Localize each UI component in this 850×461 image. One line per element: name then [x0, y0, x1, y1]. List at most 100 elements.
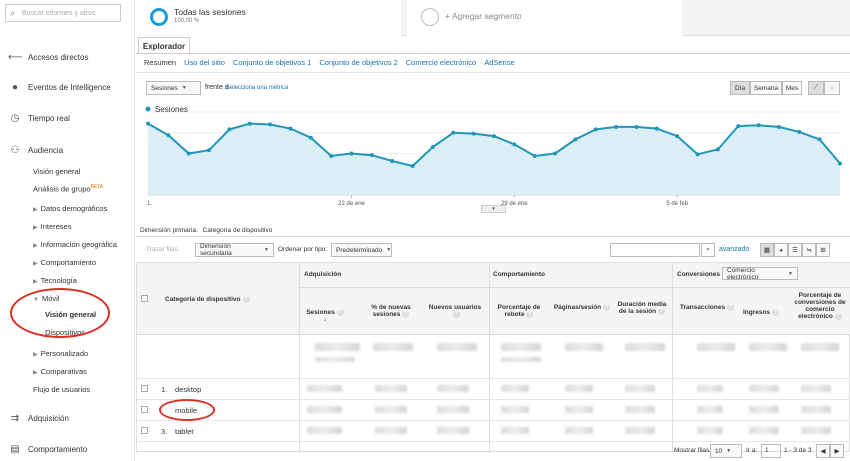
line-chart-icon[interactable]: ⟋ [808, 81, 824, 95]
motion-chart-icon[interactable]: ⁘ [824, 81, 840, 95]
chart-point[interactable] [146, 121, 150, 126]
chart-point[interactable] [166, 133, 171, 138]
col-new-sessions-pct[interactable]: % de nuevas sesiones? [365, 304, 417, 318]
segment-all-sessions[interactable]: Todas las sesiones 100,00 % [136, 0, 401, 36]
row-checkbox[interactable] [141, 427, 148, 434]
chart-point[interactable] [410, 163, 415, 168]
chart-point[interactable] [512, 142, 517, 147]
chart-point[interactable] [614, 124, 619, 129]
chart-point[interactable] [695, 152, 700, 157]
col-pages-session[interactable]: Páginas/sesión? [552, 304, 612, 311]
col-dimension-header[interactable]: Categoría de dispositivo? [165, 296, 250, 303]
chart-point[interactable] [349, 151, 354, 156]
sidebar-sub-geo[interactable]: ▶ Información geográfica [33, 240, 117, 249]
sidebar-sub-benchmark[interactable]: ▶ Comparativas [33, 367, 87, 376]
sidebar-sub-overview[interactable]: Visión general [33, 167, 80, 176]
add-segment-button[interactable]: + Agregar segmento [407, 0, 682, 36]
chart-point[interactable] [329, 153, 334, 158]
secondary-dimension-dropdown[interactable]: Dimensión secundaria ▼ [195, 243, 274, 257]
rows-per-page-dropdown[interactable]: 10 ▼ [710, 444, 742, 458]
sidebar-sub-userflow[interactable]: Flujo de usuarios [33, 385, 90, 394]
search-icon[interactable]: ⌕ [701, 243, 715, 257]
chart-point[interactable] [675, 134, 680, 139]
col-ecom-conversion[interactable]: Porcentaje de conversiones de comercio e… [789, 292, 850, 320]
row-checkbox[interactable] [141, 406, 148, 413]
chart-point[interactable] [553, 151, 558, 156]
col-transactions[interactable]: Transacciones? [677, 304, 737, 311]
chart-point[interactable] [227, 127, 232, 132]
pie-view-icon[interactable]: ◕ [774, 243, 788, 257]
sidebar-item-shortcuts[interactable]: ⟵ Accesos directos [8, 52, 88, 63]
chart-point[interactable] [654, 126, 659, 131]
chart-resize-handle[interactable]: ▾ [481, 205, 506, 213]
chart-point[interactable] [186, 151, 191, 156]
row-device-link[interactable]: desktop [175, 385, 201, 394]
subtab-adsense[interactable]: AdSense [484, 58, 514, 67]
sort-dropdown[interactable]: Predeterminado ▼ [331, 243, 392, 257]
sidebar-item-intelligence[interactable]: ● Eventos de Intelligence [8, 82, 111, 93]
col-revenue[interactable]: Ingresos? [741, 309, 781, 316]
chart-point[interactable] [776, 124, 781, 129]
sidebar-sub-interests[interactable]: ▶ Intereses [33, 222, 71, 231]
plot-rows-button[interactable]: Trazar filas [146, 246, 178, 253]
col-bounce-rate[interactable]: Porcentaje de rebote? [493, 304, 545, 318]
metric-dropdown[interactable]: Sesiones ▼ [146, 81, 201, 95]
row-checkbox[interactable] [141, 385, 148, 392]
sidebar-sub-demographics[interactable]: ▶ Datos demográficos [33, 204, 107, 213]
chart-point[interactable] [492, 134, 496, 139]
search-input[interactable]: ⌕ Buscar informes y otros [5, 4, 121, 22]
chart-point[interactable] [390, 158, 395, 163]
day-button[interactable]: Día [730, 81, 750, 95]
subtab-objetivos-2[interactable]: Conjunto de objetivos 2 [319, 58, 397, 67]
chart-point[interactable] [593, 127, 598, 132]
sidebar-item-acquisition[interactable]: ⇉ Adquisición [8, 413, 69, 424]
goto-input[interactable]: 1 [761, 444, 781, 458]
chart-point[interactable] [756, 123, 761, 128]
chart-point[interactable] [207, 148, 212, 153]
chart-point[interactable] [451, 130, 456, 135]
col-avg-duration[interactable]: Duración media de la sesión? [614, 301, 670, 315]
subtab-uso-sitio[interactable]: Uso del sitio [184, 58, 225, 67]
sidebar-item-audience[interactable]: ⚇ Audiencia [8, 145, 64, 156]
sidebar-item-realtime[interactable]: ◷ Tiempo real [8, 113, 70, 124]
tab-explorador[interactable]: Explorador [138, 37, 190, 54]
next-page-icon[interactable]: ▶ [830, 444, 844, 458]
sidebar-sub-tech[interactable]: ▶ Tecnología [33, 276, 77, 285]
chart-point[interactable] [369, 153, 374, 158]
sidebar-sub-cohort[interactable]: Análisis de grupoBETA [33, 184, 103, 194]
chart-point[interactable] [268, 122, 273, 127]
week-button[interactable]: Semana [750, 81, 782, 95]
chart-point[interactable] [817, 137, 822, 142]
subtab-resumen[interactable]: Resumen [144, 58, 176, 67]
chart-point[interactable] [736, 124, 741, 129]
conversion-dropdown[interactable]: Comercio electrónico ▼ [722, 267, 798, 281]
chart-point[interactable] [838, 161, 842, 166]
chart-point[interactable] [532, 153, 537, 158]
chart-point[interactable] [430, 144, 435, 149]
chart-point[interactable] [288, 126, 293, 131]
sidebar-item-behavior[interactable]: ▤ Comportamiento [8, 444, 87, 455]
subtab-objetivos-1[interactable]: Conjunto de objetivos 1 [233, 58, 311, 67]
advanced-link[interactable]: avanzado [719, 246, 749, 253]
subtab-ecommerce[interactable]: Comercio electrónico [406, 58, 476, 67]
chart-point[interactable] [308, 135, 313, 140]
chart-point[interactable] [573, 137, 578, 142]
pivot-view-icon[interactable]: ⊞ [816, 243, 830, 257]
row-device-link[interactable]: tablet [175, 427, 193, 436]
prev-page-icon[interactable]: ◀ [816, 444, 830, 458]
month-button[interactable]: Mes [782, 81, 802, 95]
col-sessions[interactable]: Sesiones? ↓ [305, 309, 345, 323]
col-new-users[interactable]: Nuevos usuarios? [425, 304, 485, 318]
comparison-view-icon[interactable]: ≒ [802, 243, 816, 257]
chart-point[interactable] [715, 147, 720, 152]
sidebar-sub-custom[interactable]: ▶ Personalizado [33, 349, 88, 358]
select-all-checkbox[interactable] [141, 295, 148, 302]
chart-point[interactable] [797, 129, 802, 134]
chart-point[interactable] [634, 124, 639, 129]
chart-point[interactable] [471, 131, 476, 136]
chart-point[interactable] [247, 121, 252, 126]
dimension-value[interactable]: Categoría de dispositivo [203, 227, 273, 234]
sidebar-sub-behavior[interactable]: ▶ Comportamiento [33, 258, 96, 267]
table-view-icon[interactable]: ▦ [760, 243, 774, 257]
performance-view-icon[interactable]: ☰ [788, 243, 802, 257]
